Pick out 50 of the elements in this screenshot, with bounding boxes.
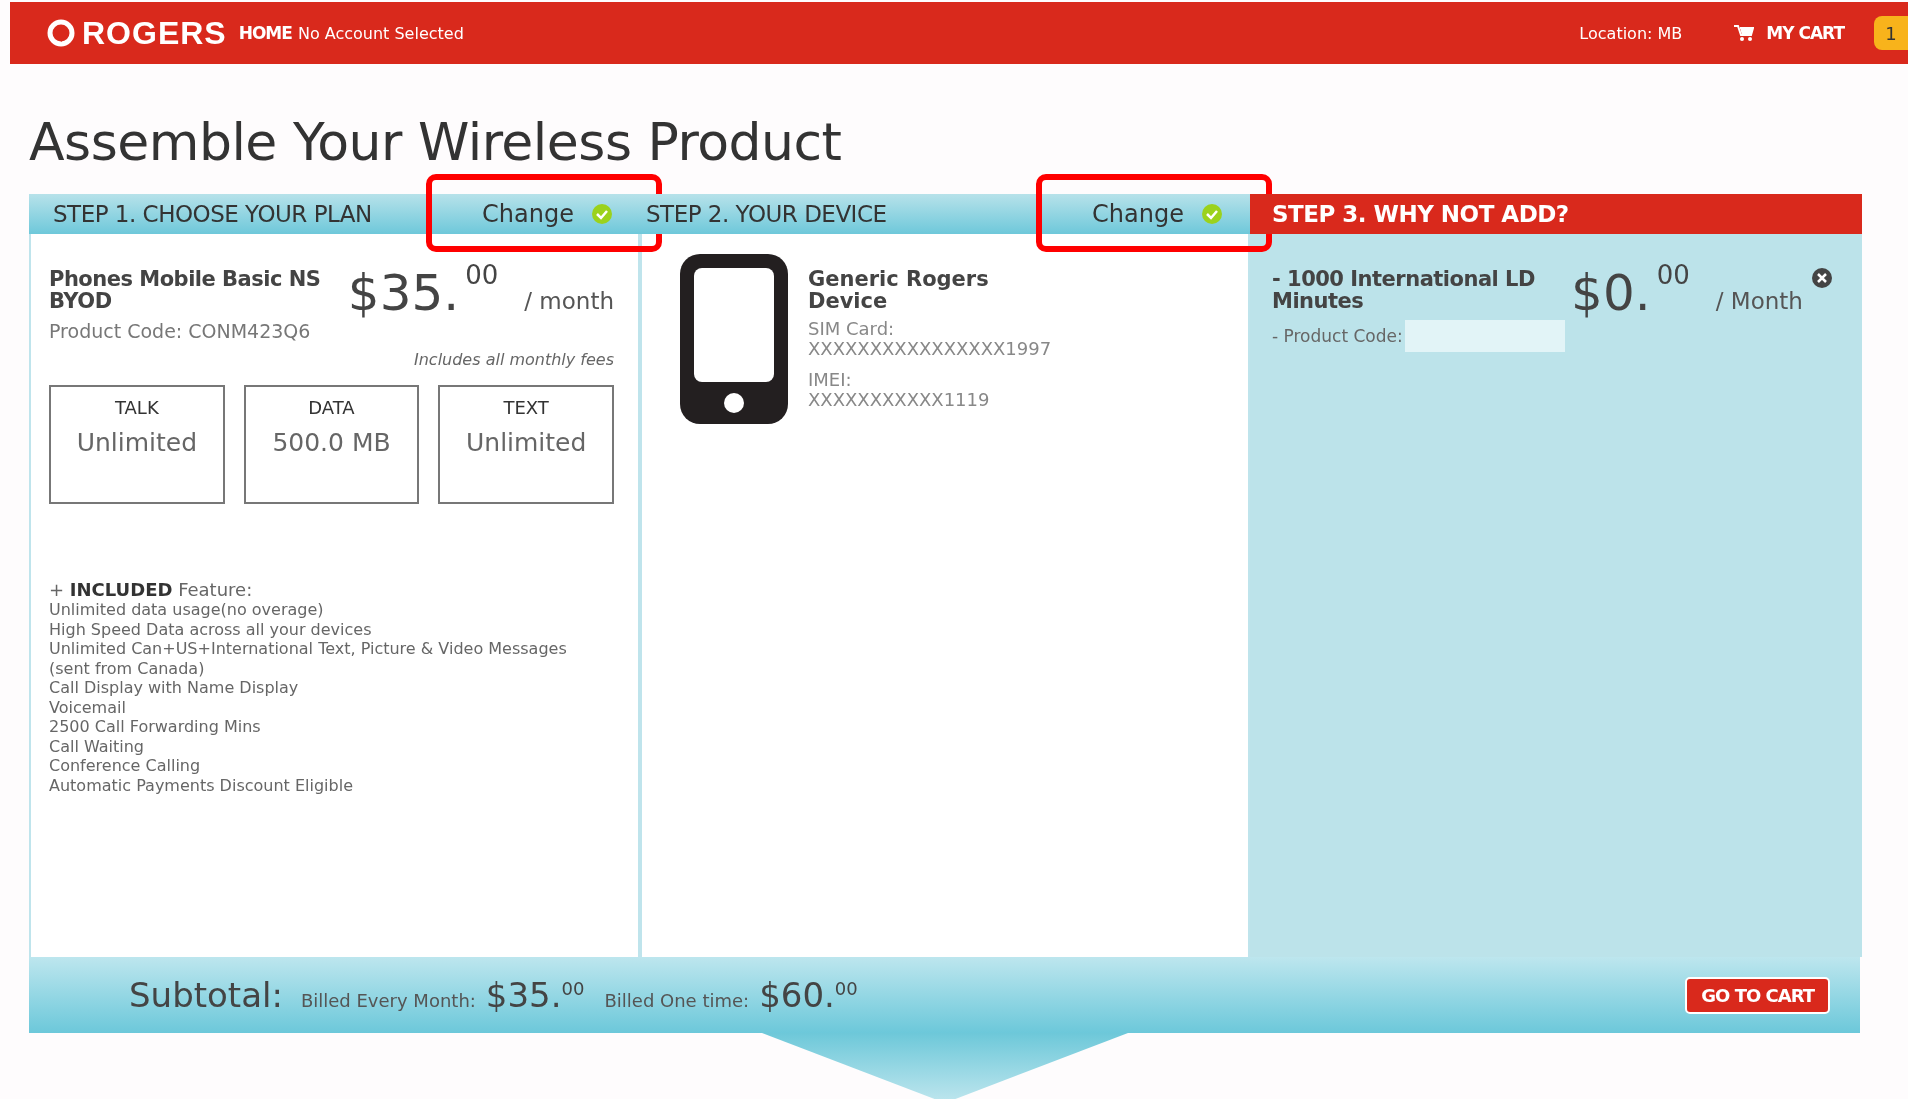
- remove-icon[interactable]: [1812, 268, 1832, 288]
- allowance-value: Unlimited: [466, 428, 587, 457]
- go-to-cart-button[interactable]: GO TO CART: [1685, 976, 1830, 1014]
- home-link[interactable]: HOME: [238, 23, 292, 43]
- step-title: STEP 1. CHOOSE YOUR PLAN: [53, 201, 372, 227]
- sim-label: SIM Card:: [808, 318, 896, 340]
- step-title: STEP 2. YOUR DEVICE: [646, 201, 887, 227]
- feature-item: 2500 Call Forwarding Mins: [49, 717, 262, 737]
- phone-icon: [680, 254, 788, 424]
- feature-item: Unlimited Can+US+International Text, Picture & Video Messages (sent from Canada): [49, 639, 568, 678]
- imei-label: IMEI:: [808, 369, 853, 391]
- allowance-label: DATA: [308, 397, 355, 418]
- cart-count-badge: 1: [1874, 16, 1908, 50]
- fees-note: Includes all monthly fees: [412, 350, 614, 369]
- allowance-value: 500.0 MB: [272, 428, 391, 457]
- check-icon: [592, 204, 612, 224]
- change-button[interactable]: Change: [1088, 200, 1226, 228]
- allowance-label: TALK: [114, 397, 159, 418]
- page-title: Assemble Your Wireless Product: [29, 116, 843, 172]
- one-time-amount: $60.$^{00}$: [759, 975, 858, 1015]
- imei-number: XXXXXXXXXXX1119: [808, 390, 991, 411]
- feature-item: Automatic Payments Discount Eligible: [49, 775, 354, 795]
- feature-item: Voicemail: [49, 697, 127, 717]
- step-title: STEP 3. WHY NOT ADD?: [1272, 201, 1569, 227]
- subtotal-label: Subtotal:: [129, 975, 283, 1015]
- sim-number: XXXXXXXXXXXXXXXX1997: [808, 339, 1052, 360]
- cart-link[interactable]: MY CART: [1766, 23, 1844, 43]
- cart-icon[interactable]: [1734, 24, 1755, 42]
- allowance-value: Unlimited: [76, 428, 198, 457]
- location-label: Location: MB: [1579, 23, 1683, 43]
- account-status: No Account Selected: [297, 23, 464, 43]
- logo-text[interactable]: ROGERS: [82, 14, 227, 52]
- product-code: Product Code: CONM423Q6: [49, 320, 312, 342]
- feature-item: High Speed Data across all your devices: [49, 619, 373, 639]
- device-name: Generic Rogers Device: [808, 268, 990, 313]
- feature-item: Conference Calling: [49, 756, 202, 776]
- monthly-label: Billed Every Month:: [300, 989, 476, 1011]
- feature-item: Call Waiting: [49, 736, 145, 756]
- addon-code-label: - Product Code:: [1272, 326, 1403, 346]
- plan-name: Phones Mobile Basic NS BYOD: [49, 268, 322, 313]
- monthly-amount: $35.$^{00}$: [485, 975, 585, 1015]
- included-heading: + INCLUDED Feature:: [49, 580, 254, 600]
- check-icon: [1202, 204, 1222, 224]
- one-time-label: Billed One time:: [604, 989, 750, 1011]
- feature-item: Unlimited data usage(no overage): [49, 600, 325, 620]
- allowance-label: TEXT: [503, 397, 549, 418]
- addon-name: - 1000 International LD Minutes: [1272, 268, 1536, 313]
- feature-item: Call Display with Name Display: [49, 678, 300, 698]
- change-button[interactable]: Change: [478, 200, 616, 228]
- logo-icon: [46, 18, 76, 48]
